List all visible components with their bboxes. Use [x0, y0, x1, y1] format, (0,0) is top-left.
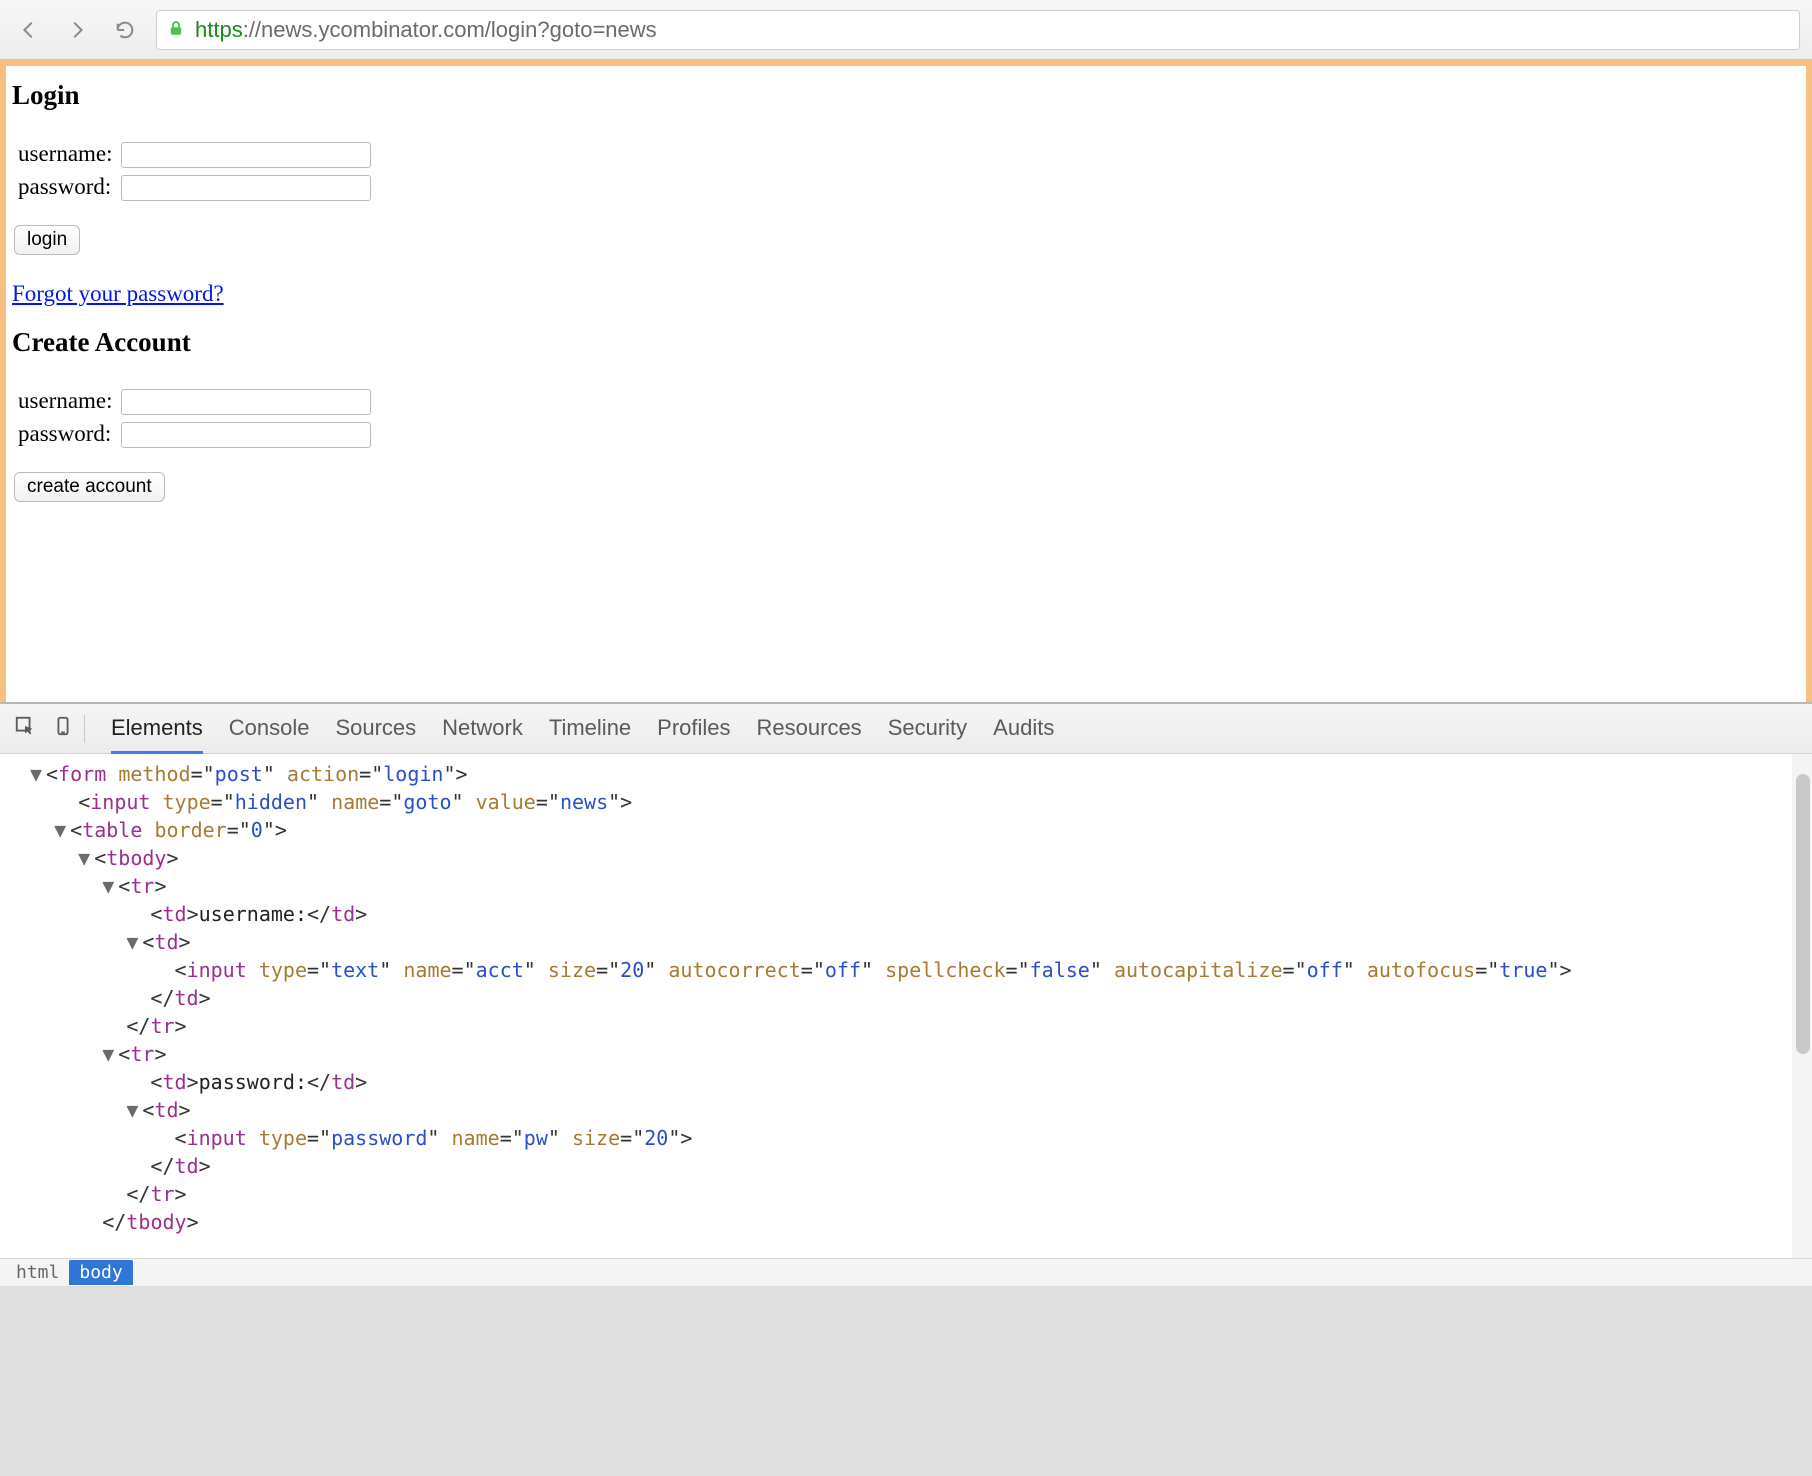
- dom-line[interactable]: ▼<form method="post" action="login">: [30, 760, 1812, 788]
- lock-icon: [167, 17, 185, 43]
- devtools-breadcrumb: htmlbody: [0, 1258, 1812, 1286]
- dom-line[interactable]: </td>: [30, 1152, 1812, 1180]
- dom-line[interactable]: </tr>: [30, 1012, 1812, 1040]
- devtools-tab-security[interactable]: Security: [888, 705, 967, 753]
- device-icon[interactable]: [52, 715, 74, 743]
- create-username-input[interactable]: [121, 389, 371, 415]
- login-username-label: username:: [14, 137, 117, 170]
- page-content: Login username: password: login Forgot y…: [6, 66, 1806, 702]
- devtools-tab-console[interactable]: Console: [229, 705, 310, 753]
- login-form: username: password:: [14, 137, 375, 203]
- dom-line[interactable]: </tr>: [30, 1180, 1812, 1208]
- dom-line[interactable]: </td>: [30, 984, 1812, 1012]
- breadcrumb-html[interactable]: html: [6, 1260, 69, 1285]
- devtools-scrollbar[interactable]: [1792, 754, 1812, 1258]
- dom-line[interactable]: ▼<tr>: [30, 1040, 1812, 1068]
- create-password-label: password:: [14, 417, 117, 450]
- forgot-password-link[interactable]: Forgot your password?: [12, 281, 224, 307]
- create-account-button[interactable]: create account: [14, 472, 165, 502]
- dom-line[interactable]: ▼<td>: [30, 928, 1812, 956]
- login-username-input[interactable]: [121, 142, 371, 168]
- devtools-scroll-thumb[interactable]: [1796, 774, 1810, 1054]
- dom-line[interactable]: <input type="password" name="pw" size="2…: [30, 1124, 1812, 1152]
- dom-line[interactable]: ▼<tr>: [30, 872, 1812, 900]
- reload-button[interactable]: [108, 13, 142, 47]
- create-username-label: username:: [14, 384, 117, 417]
- devtools-tabbar: Elements Console Sources Network Timeline Pro…: [0, 704, 1812, 754]
- login-password-label: password:: [14, 170, 117, 203]
- forward-button[interactable]: [60, 13, 94, 47]
- dom-line[interactable]: ▼<tbody>: [30, 844, 1812, 872]
- dom-line[interactable]: <td>username:</td>: [30, 900, 1812, 928]
- devtools-tab-timeline[interactable]: Timeline: [549, 705, 631, 753]
- address-bar[interactable]: https://news.ycombinator.com/login?goto=…: [156, 10, 1800, 50]
- breadcrumb-body[interactable]: body: [69, 1260, 132, 1285]
- devtools-tab-resources[interactable]: Resources: [757, 705, 862, 753]
- back-button[interactable]: [12, 13, 46, 47]
- page-outer: Login username: password: login Forgot y…: [0, 60, 1812, 702]
- devtools-tab-network[interactable]: Network: [442, 705, 523, 753]
- devtools-tab-audits[interactable]: Audits: [993, 705, 1054, 753]
- login-password-input[interactable]: [121, 175, 371, 201]
- create-account-heading: Create Account: [12, 327, 1800, 358]
- dom-line[interactable]: </tbody>: [30, 1208, 1812, 1236]
- dom-line[interactable]: ▼<td>: [30, 1096, 1812, 1124]
- devtools-tab-sources[interactable]: Sources: [335, 705, 416, 753]
- devtools-tab-profiles[interactable]: Profiles: [657, 705, 730, 753]
- dom-line[interactable]: <input type="text" name="acct" size="20"…: [30, 956, 1812, 984]
- url-text: https://news.ycombinator.com/login?goto=…: [195, 17, 657, 43]
- login-heading: Login: [12, 80, 1800, 111]
- devtools-tab-elements[interactable]: Elements: [111, 705, 203, 754]
- dom-line[interactable]: <td>password:</td>: [30, 1068, 1812, 1096]
- create-account-form: username: password:: [14, 384, 375, 450]
- create-password-input[interactable]: [121, 422, 371, 448]
- devtools-elements-tree[interactable]: ▼<form method="post" action="login"> <in…: [0, 754, 1812, 1258]
- login-button[interactable]: login: [14, 225, 80, 255]
- inspect-icon[interactable]: [14, 715, 36, 743]
- devtools-panel: Elements Console Sources Network Timeline Pro…: [0, 702, 1812, 1286]
- dom-line[interactable]: <input type="hidden" name="goto" value="…: [30, 788, 1812, 816]
- dom-line[interactable]: ▼<table border="0">: [30, 816, 1812, 844]
- browser-toolbar: https://news.ycombinator.com/login?goto=…: [0, 0, 1812, 60]
